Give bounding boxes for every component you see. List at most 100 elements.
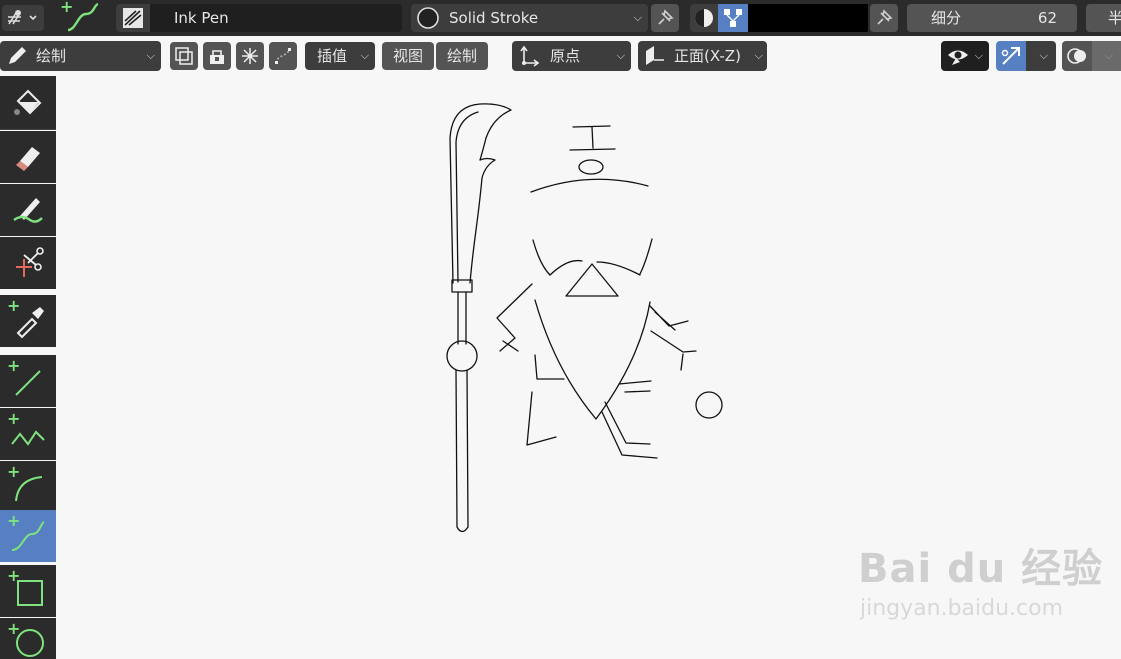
halberd-knob: [446, 340, 478, 372]
draw-menu-label: 绘制: [446, 47, 477, 65]
subdivide-field[interactable]: 细分 62: [907, 4, 1077, 32]
eyedropper-tool-button[interactable]: +: [0, 295, 56, 347]
fill-tool-button[interactable]: [0, 76, 56, 130]
autolock-button[interactable]: [203, 42, 231, 70]
right-waist: [618, 380, 652, 393]
interpolate-label: 插值: [317, 47, 348, 65]
add-icon: +: [7, 356, 21, 375]
right-leg: [601, 401, 658, 459]
add-icon: +: [7, 409, 21, 428]
origin-label: 原点: [550, 47, 581, 65]
origin-axes-icon: [520, 45, 540, 67]
active-tool-icon[interactable]: +: [56, 0, 104, 36]
orientation-selector[interactable]: 正面(X-Z) ⌵: [638, 41, 767, 71]
cutter-tool-button[interactable]: [0, 237, 56, 289]
chevron-down-icon: ⌵: [754, 49, 763, 62]
gizmo-icon: [1001, 47, 1020, 65]
stroke-placement-selector[interactable]: 原点 ⌵: [512, 41, 631, 71]
halberd-guard: [451, 279, 473, 293]
pin-color-button[interactable]: [870, 4, 898, 32]
curve-draw-icon: +: [60, 0, 99, 32]
cutoff-field[interactable]: 半: [1086, 4, 1121, 32]
brush-name: Ink Pen: [174, 9, 229, 27]
eyebrow-left: [549, 259, 583, 276]
view-menu[interactable]: 视图: [382, 42, 434, 70]
view-menu-label: 视图: [392, 47, 423, 65]
baidu-watermark: Bai du 经验 jingyan.baidu.com: [858, 536, 1103, 621]
face-left: [532, 239, 551, 276]
add-icon: +: [7, 619, 21, 638]
left-leg: [526, 391, 557, 446]
halberd-blade-inner: [455, 111, 479, 283]
tool-shelf: + + + + + + +: [0, 76, 56, 659]
material-mode-icon: [695, 9, 713, 27]
overlays-toggle-button[interactable]: [1062, 41, 1092, 71]
vertex-color-icon: [724, 9, 742, 27]
paint-bucket-icon: [14, 89, 42, 115]
svg-text:+: +: [60, 0, 73, 16]
pin-icon: [658, 9, 674, 25]
color-swatch[interactable]: [748, 4, 868, 32]
chevron-down-icon: ⌵: [1104, 49, 1113, 62]
chevron-down-icon: ⌵: [146, 49, 155, 62]
nose: [565, 263, 619, 297]
eraser-icon: [16, 147, 40, 171]
editor-type-button[interactable]: [2, 5, 44, 31]
gizmo-menu[interactable]: ⌵: [1026, 41, 1056, 71]
orientation-label: 正面(X-Z): [674, 47, 741, 65]
snap-button[interactable]: [236, 42, 264, 70]
overlays-menu[interactable]: ⌵: [1092, 41, 1121, 71]
left-arm: [496, 283, 533, 352]
chevron-down-icon: ⌵: [1039, 49, 1048, 62]
arc-tool-button[interactable]: +: [0, 461, 56, 513]
right-arm: [649, 305, 697, 371]
pin-material-button[interactable]: [651, 4, 679, 32]
add-icon: +: [7, 296, 21, 315]
draw-menu[interactable]: 绘制: [436, 42, 488, 70]
circle-tool-button[interactable]: +: [0, 618, 56, 659]
scissors-icon: [16, 247, 44, 277]
hat-brim: [530, 178, 649, 193]
brush-selector[interactable]: Ink Pen: [116, 4, 402, 32]
color-mode-vertex-button[interactable]: [718, 4, 748, 32]
line-tool-button[interactable]: +: [0, 355, 56, 407]
material-sphere-icon: [417, 7, 439, 29]
draw-pencil-icon: [9, 47, 26, 64]
tint-tool-button[interactable]: [0, 184, 56, 236]
box-tool-button[interactable]: +: [0, 565, 56, 617]
chevron-down-icon: ⌵: [616, 49, 625, 62]
add-icon: +: [7, 511, 21, 530]
color-mode-material-button[interactable]: [690, 4, 718, 32]
watermark-url: jingyan.baidu.com: [860, 596, 1064, 621]
add-icon: +: [7, 462, 21, 481]
face-right: [639, 238, 653, 275]
tool-settings-header: + Ink Pen Solid Stroke ⌵ 细分 62 半: [0, 0, 1121, 36]
cutoff-label: 半: [1108, 9, 1121, 27]
polyline-tool-button[interactable]: +: [0, 408, 56, 460]
multiframe-button[interactable]: [170, 42, 198, 70]
visibility-menu[interactable]: ⌵: [941, 41, 989, 71]
brush-thumbnail-icon: [116, 4, 150, 32]
halberd-pole-top: [457, 291, 467, 345]
front-plane-icon: [646, 46, 664, 65]
edit-lines-button[interactable]: [269, 42, 297, 70]
mode-selector[interactable]: 绘制 ⌵: [0, 41, 161, 71]
erase-tool-button[interactable]: [0, 131, 56, 183]
orb: [695, 391, 723, 419]
lock-layers-icon: [210, 50, 224, 64]
snowflake-icon: [242, 48, 258, 64]
chevron-down-icon: ⌵: [633, 11, 642, 24]
interpolate-menu[interactable]: 插值 ⌵: [305, 42, 375, 70]
layers-icon: [175, 47, 193, 65]
curve-tool-button[interactable]: +: [0, 510, 56, 562]
halberd-pole-bottom: [455, 369, 469, 533]
chevron-down-icon: ⌵: [974, 49, 983, 62]
eye-icon: [948, 50, 968, 65]
pin-icon: [877, 9, 893, 25]
hat-jewel: [578, 159, 604, 175]
material-selector[interactable]: Solid Stroke ⌵: [411, 4, 648, 32]
beard: [534, 299, 651, 420]
tint-brush-icon: [13, 198, 43, 223]
dotted-curve-icon: [275, 48, 291, 64]
gizmo-toggle-button[interactable]: [996, 41, 1026, 71]
